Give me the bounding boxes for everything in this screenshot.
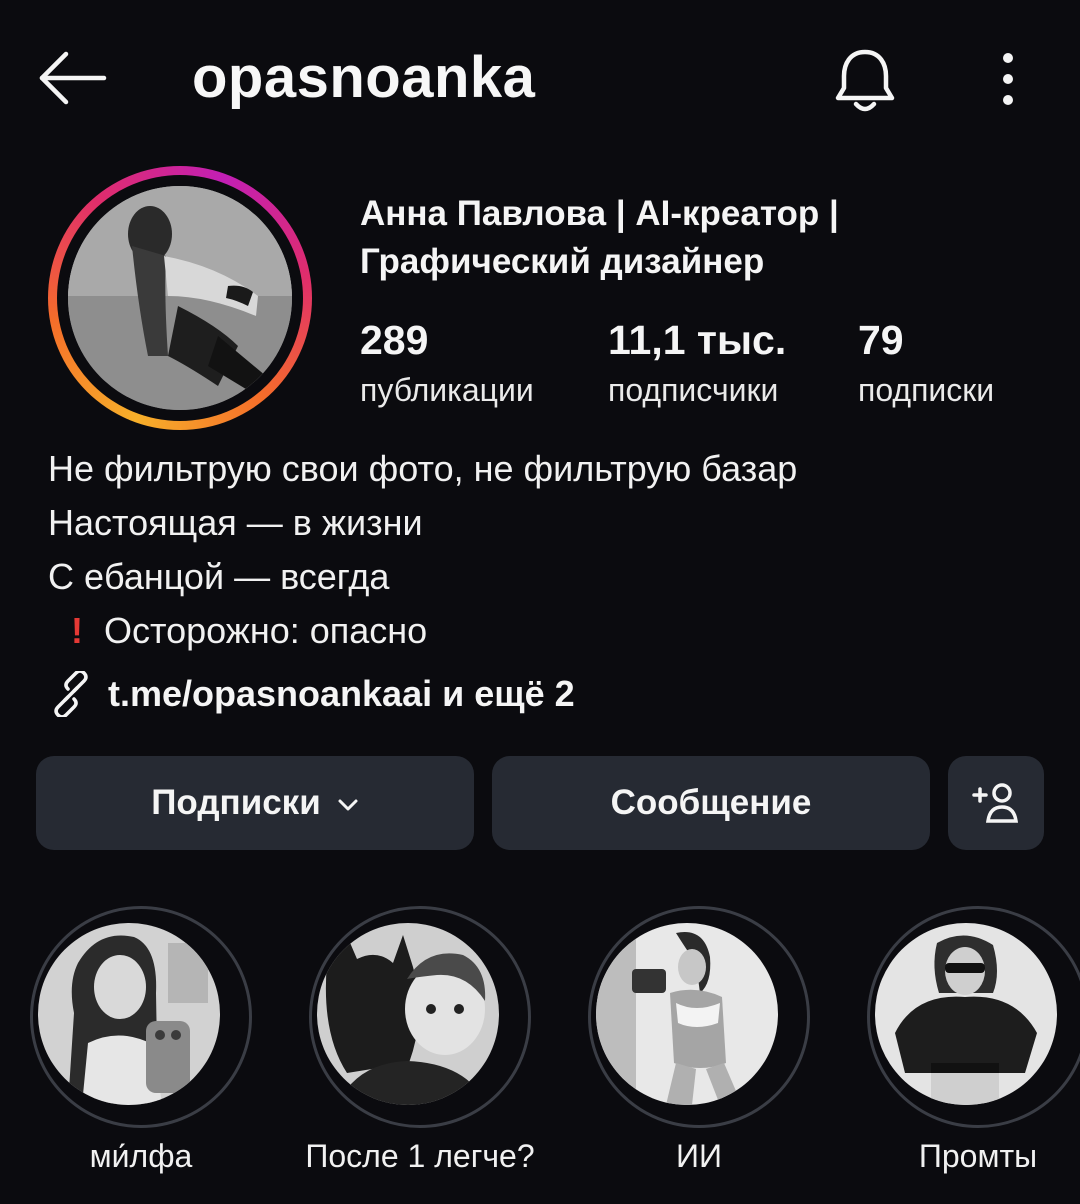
bio-line: С eбанцой — всегда	[48, 556, 390, 597]
stat-following-count: 79	[858, 317, 904, 363]
bio-line: Настоящая — в жизни	[48, 502, 423, 543]
highlight-cover	[38, 923, 220, 1105]
profile-avatar[interactable]	[48, 166, 312, 430]
bell-icon	[835, 49, 895, 112]
highlight-cover	[317, 923, 499, 1105]
bio-link-text: t.me/opasnoankaai и ещё 2	[108, 673, 575, 714]
following-button[interactable]: Подписки	[36, 756, 474, 850]
highlight-cover	[875, 923, 1057, 1105]
highlight-cover	[596, 923, 778, 1105]
link-icon	[54, 671, 88, 717]
highlight-item[interactable]: После 1 легче?	[300, 906, 540, 1186]
bio-warning-line: ! Осторожно: опасно	[48, 604, 1048, 658]
following-button-label: Подписки	[151, 783, 321, 822]
message-button[interactable]: Сообщение	[492, 756, 930, 850]
bio-link[interactable]: t.me/opasnoankaai и ещё 2	[48, 666, 575, 722]
stat-posts[interactable]: 289 публикации	[360, 314, 534, 414]
profile-header: opasnoanka	[0, 0, 1080, 160]
highlight-label: После 1 легче?	[305, 1138, 535, 1174]
bio-warning-text: Осторожно: опасно	[104, 610, 428, 651]
stat-posts-label: публикации	[360, 372, 534, 408]
add-person-icon	[972, 783, 1019, 823]
highlight-label: ИИ	[676, 1138, 722, 1174]
profile-display-name: Анна Павлова | AI-креатор | Графический …	[360, 194, 839, 281]
stat-following-label: подписки	[858, 372, 995, 408]
stat-following[interactable]: 79 подписки	[858, 314, 994, 414]
notifications-button[interactable]	[830, 44, 900, 116]
chevron-down-icon	[338, 799, 358, 811]
highlight-label: ми́лфа	[89, 1138, 193, 1174]
profile-username: opasnoanka	[192, 45, 536, 110]
exclamation-icon: !	[71, 610, 83, 651]
back-button[interactable]	[34, 48, 110, 108]
more-vertical-icon	[1003, 53, 1013, 105]
avatar-photo	[68, 186, 292, 410]
highlight-item[interactable]: ми́лфа	[21, 906, 261, 1186]
suggest-people-button[interactable]	[948, 756, 1044, 850]
highlight-item[interactable]: ИИ	[579, 906, 819, 1186]
profile-bio: Не фильтрую свои фото, не фильтрую базар…	[48, 442, 1048, 658]
more-options-button[interactable]	[990, 48, 1026, 112]
highlight-item[interactable]: Промты	[858, 906, 1080, 1186]
arrow-left-icon	[39, 51, 107, 105]
stat-followers[interactable]: 11,1 тыс. подписчики	[608, 314, 786, 414]
stat-followers-label: подписчики	[608, 372, 779, 408]
bio-line: Не фильтрую свои фото, не фильтрую базар	[48, 448, 798, 489]
stat-posts-count: 289	[360, 317, 429, 363]
highlight-label: Промты	[918, 1138, 1038, 1174]
stat-followers-count: 11,1 тыс.	[608, 317, 787, 363]
message-button-label: Сообщение	[610, 783, 812, 822]
